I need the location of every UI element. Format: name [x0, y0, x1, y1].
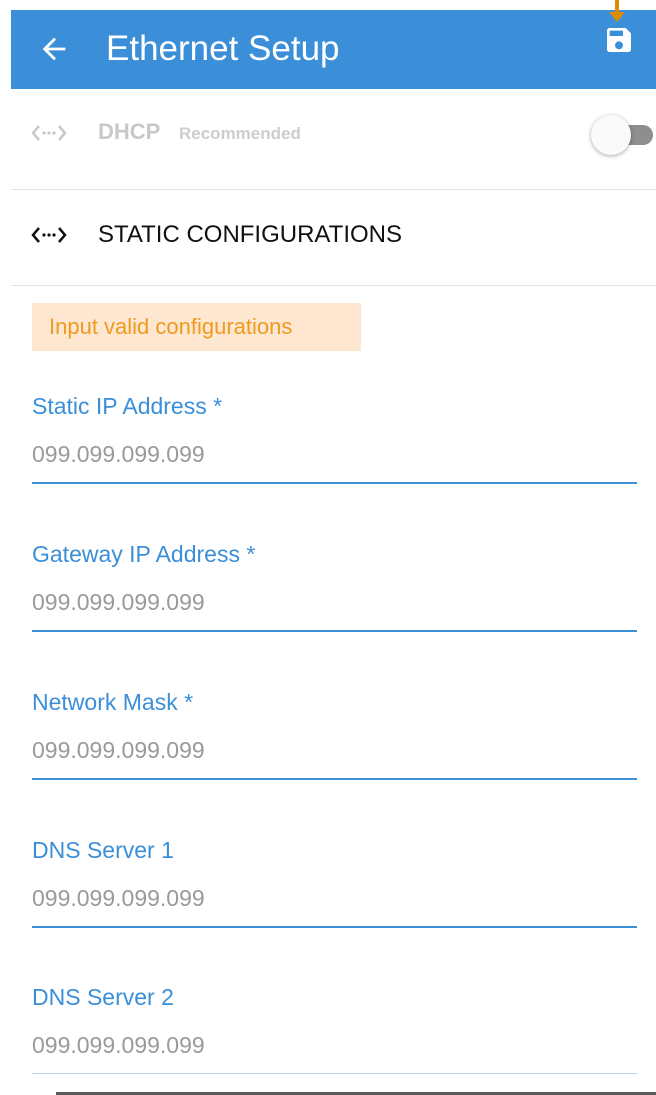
ethernet-icon	[31, 125, 67, 141]
dns-server-2-input[interactable]	[32, 1022, 636, 1068]
ethernet-setup-screen: Ethernet Setup DHCP Recommended STATIC C…	[0, 0, 656, 1095]
validation-warning-text: Input valid configurations	[49, 314, 293, 339]
dns-server-2-label: DNS Server 2	[32, 984, 174, 1010]
field-underline	[32, 926, 637, 928]
floppy-disk-icon[interactable]	[603, 24, 635, 56]
toggle-thumb	[591, 115, 631, 155]
field-underline	[32, 482, 637, 484]
pointer-arrow-icon	[609, 0, 625, 22]
network-mask-input[interactable]	[32, 727, 636, 773]
dhcp-toggle[interactable]	[591, 115, 655, 155]
dns-server-1-label: DNS Server 1	[32, 837, 174, 863]
static-ip-input[interactable]	[32, 431, 636, 477]
dhcp-label: DHCP	[98, 119, 161, 144]
arrow-left-icon[interactable]	[37, 32, 71, 66]
dns-server-1-field: DNS Server 1	[32, 837, 637, 947]
app-bar: Ethernet Setup	[11, 10, 656, 89]
field-underline	[32, 778, 637, 780]
field-underline	[32, 1073, 637, 1074]
gateway-ip-field: Gateway IP Address *	[32, 541, 637, 651]
static-ip-field: Static IP Address *	[32, 393, 637, 503]
dns-server-2-field: DNS Server 2	[32, 984, 637, 1094]
static-ip-label: Static IP Address *	[32, 393, 223, 419]
gateway-ip-label: Gateway IP Address *	[32, 541, 256, 567]
dns-server-1-input[interactable]	[32, 875, 636, 921]
network-mask-label: Network Mask *	[32, 689, 194, 715]
static-configurations-label: STATIC CONFIGURATIONS	[98, 221, 402, 248]
dhcp-recommended-label: Recommended	[179, 124, 301, 143]
validation-warning-banner: Input valid configurations	[32, 303, 361, 351]
static-configurations-row[interactable]: STATIC CONFIGURATIONS	[11, 190, 656, 285]
ethernet-icon	[31, 227, 67, 243]
dhcp-row[interactable]: DHCP Recommended	[11, 89, 656, 189]
gateway-ip-input[interactable]	[32, 579, 636, 625]
field-underline	[32, 630, 637, 632]
network-mask-field: Network Mask *	[32, 689, 637, 799]
divider	[11, 285, 656, 286]
page-title: Ethernet Setup	[106, 29, 340, 68]
